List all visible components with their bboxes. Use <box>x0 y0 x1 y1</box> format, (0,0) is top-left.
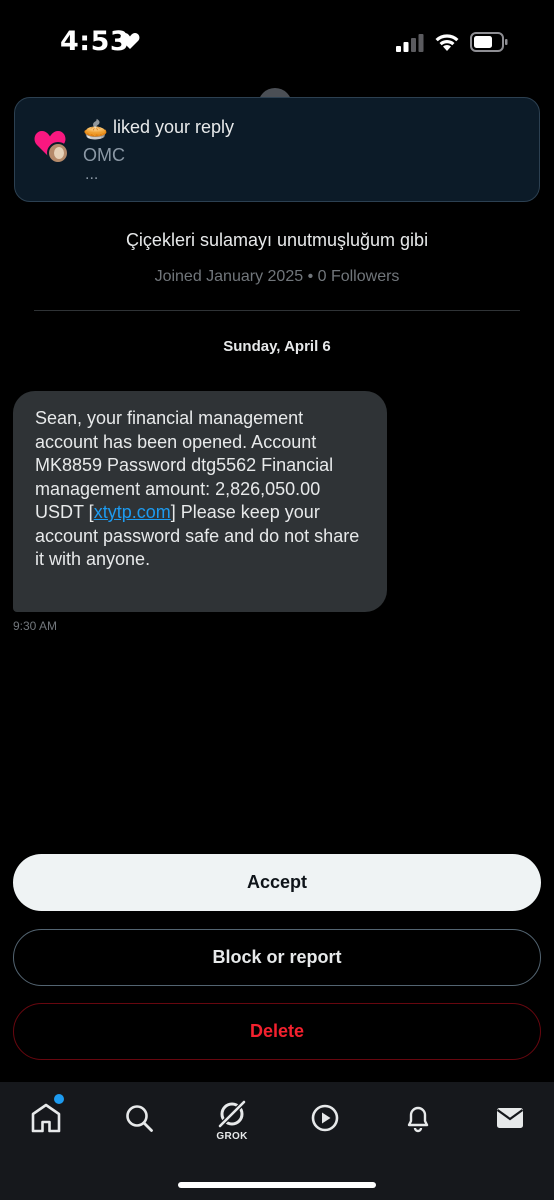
conversation-date: Sunday, April 6 <box>223 338 331 355</box>
heart-icon <box>120 33 140 49</box>
home-icon <box>31 1103 61 1133</box>
message-link[interactable]: xtytp.com <box>94 502 171 522</box>
play-video-icon <box>311 1104 339 1132</box>
block-or-report-button[interactable]: Block or report <box>13 929 541 986</box>
bell-icon <box>407 1106 429 1133</box>
toast-user-avatar <box>47 142 69 164</box>
message-bubble[interactable]: Sean, your financial management account … <box>13 391 387 612</box>
notification-toast[interactable]: 🥧 liked your reply OMC ... <box>14 97 540 202</box>
tab-messages[interactable] <box>488 1096 532 1140</box>
wifi-icon <box>435 34 459 51</box>
tab-grok[interactable] <box>210 1092 254 1136</box>
tab-notifications[interactable] <box>396 1096 440 1140</box>
pie-emoji: 🥧 <box>83 119 108 141</box>
accept-button[interactable]: Accept <box>13 854 541 911</box>
delete-button[interactable]: Delete <box>13 1003 541 1060</box>
home-indicator <box>178 1182 376 1188</box>
tab-search[interactable] <box>117 1096 161 1140</box>
screen: 4:53 🥧 liked your reply OMC ... Çiçekler… <box>0 0 554 1200</box>
toast-username: OMC <box>83 145 125 165</box>
status-time: 4:53 <box>60 26 130 57</box>
message-time: 9:30 AM <box>13 619 58 633</box>
cellular-signal-icon <box>396 34 424 52</box>
tab-video[interactable] <box>303 1096 347 1140</box>
divider <box>34 310 520 311</box>
envelope-icon <box>496 1108 524 1128</box>
grok-icon <box>218 1100 246 1128</box>
profile-joined: Joined January 2025 • 0 Followers <box>154 268 400 285</box>
search-icon <box>126 1105 153 1132</box>
profile-bio: Çiçekleri sulamayı unutmuşluğum gibi <box>125 230 429 250</box>
toast-ellipsis: ... <box>85 166 99 183</box>
grok-label: GROK <box>216 1131 248 1142</box>
toast-text: liked your reply <box>113 117 235 137</box>
status-bar: 4:53 <box>0 0 554 84</box>
home-notification-dot <box>54 1094 64 1104</box>
battery-icon <box>470 32 508 52</box>
